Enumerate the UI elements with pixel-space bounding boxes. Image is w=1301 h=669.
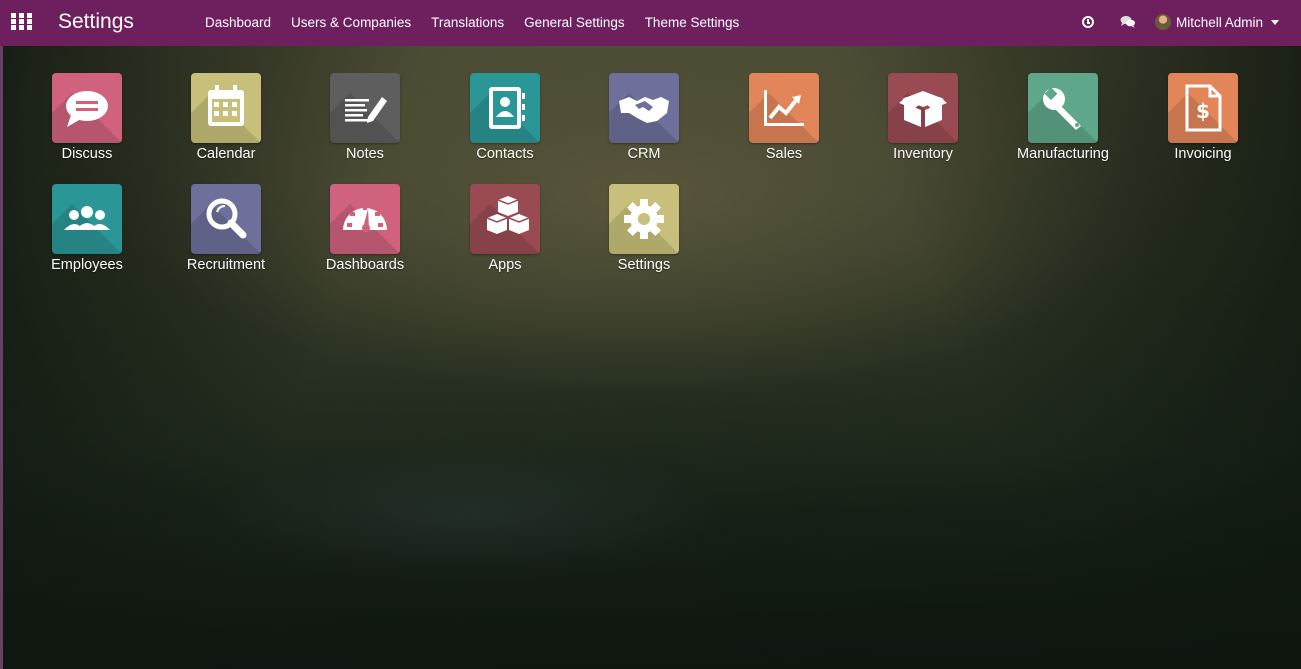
menu-dashboard[interactable]: Dashboard	[205, 15, 271, 30]
app-dashboards[interactable]: Dashboards	[305, 184, 425, 284]
app-manufacturing[interactable]: Manufacturing	[1003, 73, 1123, 173]
main-menu: Dashboard Users & Companies Translations…	[205, 15, 759, 30]
app-label: Recruitment	[186, 257, 266, 273]
handshake-icon	[609, 73, 679, 143]
app-sales[interactable]: Sales	[724, 73, 844, 173]
apps-grid-icon[interactable]	[11, 13, 32, 30]
users-icon	[52, 184, 122, 254]
box-icon	[888, 73, 958, 143]
magnifier-icon	[191, 184, 261, 254]
app-label: Notes	[346, 146, 384, 162]
svg-text:$: $	[1196, 99, 1210, 123]
gear-icon	[609, 184, 679, 254]
activity-button[interactable]	[1082, 12, 1096, 28]
top-navbar: Settings Dashboard Users & Companies Tra…	[0, 0, 1301, 46]
app-label: Employees	[51, 257, 123, 273]
app-label: Apps	[488, 257, 522, 273]
app-recruitment[interactable]: Recruitment	[166, 184, 286, 284]
app-inventory[interactable]: Inventory	[863, 73, 983, 173]
app-crm[interactable]: CRM	[584, 73, 704, 173]
app-label: Calendar	[196, 146, 256, 162]
app-settings[interactable]: Settings	[584, 184, 704, 284]
app-label: Manufacturing	[1017, 146, 1109, 162]
clock-icon	[1082, 16, 1094, 28]
app-discuss[interactable]: Discuss	[27, 73, 147, 173]
app-label: Settings	[617, 257, 671, 273]
app-label: Inventory	[893, 146, 953, 162]
app-contacts[interactable]: Contacts	[445, 73, 565, 173]
notes-icon	[330, 73, 400, 143]
invoice-icon: $	[1168, 73, 1238, 143]
app-label: CRM	[627, 146, 661, 162]
chat-bubble-icon	[52, 73, 122, 143]
systray	[1082, 12, 1158, 28]
menu-general-settings[interactable]: General Settings	[524, 15, 625, 30]
app-label: Dashboards	[325, 257, 405, 273]
user-menu[interactable]: Mitchell Admin	[1155, 14, 1280, 30]
app-employees[interactable]: Employees	[27, 184, 147, 284]
cubes-icon	[470, 184, 540, 254]
app-label: Sales	[765, 146, 803, 162]
menu-users-companies[interactable]: Users & Companies	[291, 15, 411, 30]
user-name: Mitchell Admin	[1176, 14, 1264, 30]
app-apps[interactable]: Apps	[445, 184, 565, 284]
avatar	[1155, 14, 1171, 30]
menu-theme-settings[interactable]: Theme Settings	[645, 15, 740, 30]
calendar-icon	[191, 73, 261, 143]
app-label: Contacts	[476, 146, 534, 162]
chat-icon	[1120, 16, 1135, 28]
app-calendar[interactable]: Calendar	[166, 73, 286, 173]
chart-up-icon	[749, 73, 819, 143]
messaging-button[interactable]	[1120, 12, 1135, 28]
gauge-icon	[330, 184, 400, 254]
app-title: Settings	[58, 10, 134, 33]
wrench-icon	[1028, 73, 1098, 143]
app-notes[interactable]: Notes	[305, 73, 425, 173]
chevron-down-icon	[1271, 19, 1280, 25]
app-label: Discuss	[61, 146, 113, 162]
address-book-icon	[470, 73, 540, 143]
app-label: Invoicing	[1174, 146, 1232, 162]
menu-translations[interactable]: Translations	[431, 15, 504, 30]
app-invoicing[interactable]: $ Invoicing	[1143, 73, 1263, 173]
